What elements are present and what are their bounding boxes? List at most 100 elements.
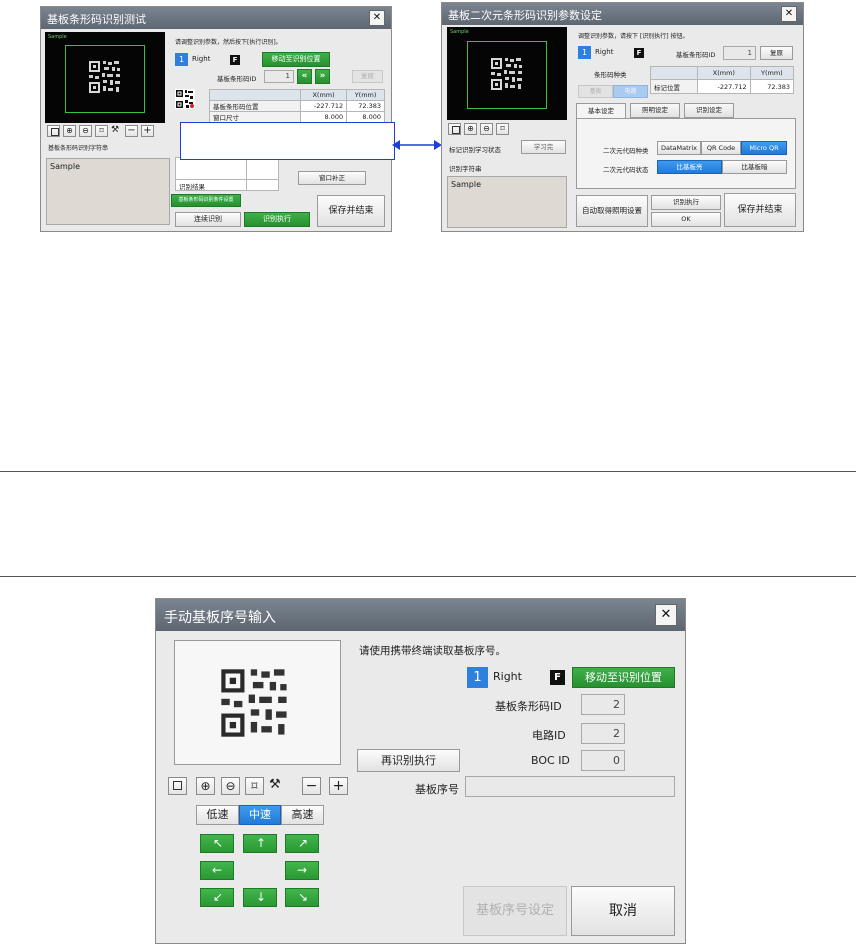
close-button[interactable]: ✕: [369, 10, 385, 26]
string-label: 基板条形码识别字符串: [48, 145, 109, 152]
window-correct-button[interactable]: 窗口补正: [298, 171, 366, 185]
jog-left-button[interactable]: ←: [200, 861, 234, 880]
re-execute-button[interactable]: 再识别执行: [357, 749, 460, 772]
arrow-left-icon: ←: [212, 863, 223, 877]
minus-button[interactable]: −: [302, 777, 321, 795]
string-textarea[interactable]: Sample: [46, 158, 170, 225]
instruction-text: 请调整识别参数，然后按下[执行识别]。: [175, 39, 282, 46]
close-button[interactable]: ✕: [655, 604, 677, 626]
plus-button[interactable]: +: [329, 777, 348, 795]
f-badge: F: [230, 55, 240, 65]
circuit-id-field[interactable]: 2: [581, 723, 625, 744]
close-button[interactable]: ✕: [781, 6, 797, 22]
move-to-position-button[interactable]: 移动至识别位置: [572, 667, 675, 688]
zoom-in-icon: ⊕: [200, 779, 211, 793]
camera-view[interactable]: Sample: [45, 32, 165, 123]
reset-button[interactable]: 复原: [760, 46, 793, 60]
code-type-datamatrix[interactable]: DataMatrix: [657, 141, 701, 155]
zoom-out-button[interactable]: ⊖: [79, 125, 92, 137]
minus-button[interactable]: −: [125, 125, 138, 137]
state-brighter-button[interactable]: 比基板亮: [657, 160, 722, 174]
pointer-icon[interactable]: ⚒: [111, 125, 119, 135]
manual-serial-dialog: 手动基板序号输入 ✕ ⊕ ⊖ ⌑ ⚒ − + 低速 中速 高速 ↖ ↑ ↗ ← …: [155, 598, 686, 944]
code-type-microqr[interactable]: Micro QR: [741, 141, 787, 155]
pointer-icon[interactable]: ⚒: [269, 777, 281, 792]
qr-code-image: [86, 58, 124, 96]
camera-view[interactable]: Sample: [447, 27, 567, 120]
set-serial-button[interactable]: 基板序号设定: [463, 886, 567, 936]
reset-button[interactable]: 复原: [352, 70, 383, 83]
prev-button[interactable]: «: [297, 69, 312, 84]
string-textarea[interactable]: Sample: [447, 176, 567, 228]
expand-button[interactable]: ⌑: [496, 123, 509, 135]
expand-button[interactable]: ⌑: [95, 125, 108, 137]
jog-up-right-button[interactable]: ↗: [285, 834, 319, 853]
save-and-exit-button[interactable]: 保存并结束: [317, 195, 385, 227]
move-to-position-button[interactable]: 移动至识别位置: [262, 52, 330, 67]
table-cell: -227.712: [697, 79, 751, 94]
serial-input[interactable]: [465, 776, 675, 797]
fit-icon: [173, 781, 182, 790]
barcode-id-field[interactable]: 1: [264, 70, 294, 83]
separator-line: [0, 471, 856, 472]
type-board-button[interactable]: 基板: [578, 85, 613, 98]
tab-recognition-settings[interactable]: 识别设定: [684, 103, 734, 118]
barcode-id-field[interactable]: 2: [581, 694, 625, 715]
fit-view-button[interactable]: [168, 777, 187, 795]
jog-up-button[interactable]: ↑: [243, 834, 277, 853]
zoom-in-icon: ⊕: [467, 124, 474, 133]
speed-high-button[interactable]: 高速: [281, 805, 324, 825]
boc-id-field[interactable]: 0: [581, 750, 625, 771]
zoom-out-button[interactable]: ⊖: [221, 777, 240, 795]
expand-icon: ⌑: [99, 126, 104, 135]
fit-view-button[interactable]: [448, 123, 461, 135]
zoom-out-button[interactable]: ⊖: [480, 123, 493, 135]
plus-icon: +: [143, 125, 152, 136]
zoom-in-button[interactable]: ⊕: [196, 777, 215, 795]
title-bar: 基板二次元条形码识别参数设定 ✕: [442, 3, 803, 25]
speed-low-button[interactable]: 低速: [196, 805, 239, 825]
zoom-in-button[interactable]: ⊕: [464, 123, 477, 135]
code-type-qrcode[interactable]: QR Code: [701, 141, 741, 155]
plus-button[interactable]: +: [141, 125, 154, 137]
circuit-id-label: 电路ID: [532, 729, 566, 742]
zoom-in-button[interactable]: ⊕: [63, 125, 76, 137]
expand-button[interactable]: ⌑: [245, 777, 264, 795]
auto-lighting-button[interactable]: 自动取得照明设置: [576, 195, 648, 227]
dialog-title: 手动基板序号输入: [164, 610, 276, 626]
barcode-id-field[interactable]: 1: [723, 46, 756, 60]
execute-recognition-button[interactable]: 识别执行: [244, 212, 310, 227]
speed-mid-button[interactable]: 中速: [239, 805, 281, 825]
table-cell: -227.712: [299, 100, 348, 112]
jog-up-left-button[interactable]: ↖: [200, 834, 234, 853]
state-darker-button[interactable]: 比基板暗: [722, 160, 787, 174]
learned-button[interactable]: 学习完: [521, 140, 566, 154]
camera-view[interactable]: [174, 640, 341, 765]
continuous-recognition-button[interactable]: 连续识别: [175, 212, 241, 227]
save-and-exit-button[interactable]: 保存并结束: [724, 193, 796, 227]
dialog-title: 基板条形码识别测试: [47, 13, 146, 26]
boc-id-label: BOC ID: [531, 754, 570, 767]
code-type-label: 二次元代码种类: [603, 147, 649, 155]
ok-button[interactable]: OK: [651, 212, 721, 227]
type-circuit-button[interactable]: 电路: [613, 85, 648, 98]
jog-down-left-button[interactable]: ↙: [200, 888, 234, 907]
jog-down-button[interactable]: ↓: [243, 888, 277, 907]
next-button[interactable]: »: [315, 69, 330, 84]
fit-view-button[interactable]: [47, 125, 60, 137]
jog-down-right-button[interactable]: ↘: [285, 888, 319, 907]
condition-settings-button[interactable]: 基板条形码识别条件设置: [171, 194, 241, 207]
tab-basic-settings[interactable]: 基本设定: [576, 103, 626, 119]
jog-right-button[interactable]: →: [285, 861, 319, 880]
execute-recognition-button[interactable]: 识别执行: [651, 195, 721, 210]
mark-state-label: 标记识别学习状态: [449, 146, 501, 154]
table-header: [650, 66, 698, 80]
table-row: 标记位置 -227.712 72.383: [650, 79, 795, 94]
expand-icon: ⌑: [500, 124, 505, 133]
cancel-button[interactable]: 取消: [571, 886, 675, 936]
tab-lighting-settings[interactable]: 照明设定: [630, 103, 680, 118]
dialog-title: 基板二次元条形码识别参数设定: [448, 9, 602, 22]
table-header-row: X(mm) Y(mm): [650, 66, 795, 80]
instruction-text: 调整识别参数，请按下 [识别执行] 按钮。: [578, 33, 689, 40]
f-badge: F: [634, 48, 644, 58]
